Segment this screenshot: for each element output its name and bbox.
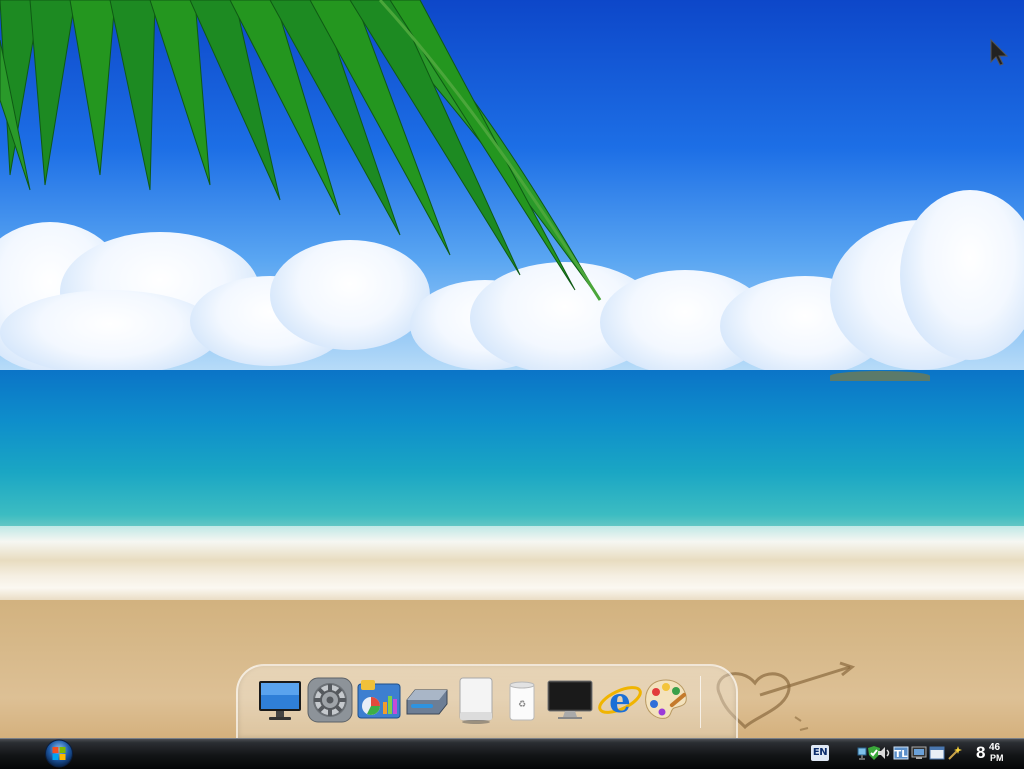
system-preferences-icon[interactable] [306, 676, 354, 724]
control-panel-icon[interactable] [355, 676, 403, 724]
clock-hour[interactable]: 8 [976, 743, 985, 763]
sea [0, 370, 1024, 540]
language-indicator[interactable]: EN [811, 745, 829, 761]
clock-period[interactable]: PM [990, 753, 1004, 763]
svg-text:e: e [609, 681, 631, 721]
external-drive-icon[interactable] [452, 676, 500, 724]
mouse-cursor-icon [990, 38, 1009, 66]
display-icon[interactable] [546, 676, 594, 724]
internet-explorer-icon[interactable]: e [596, 676, 644, 724]
monitor-tray-icon[interactable] [911, 745, 927, 761]
hard-drive-icon[interactable] [403, 676, 451, 724]
wand-icon[interactable] [946, 745, 962, 761]
network-sharing-icon[interactable]: TL [893, 745, 909, 761]
recycle-bin-icon[interactable]: ♻ [498, 676, 546, 724]
speaker-icon[interactable] [876, 745, 892, 761]
svg-text:TL: TL [894, 749, 908, 760]
monitor-icon[interactable] [256, 676, 304, 724]
window-tray-icon[interactable] [929, 745, 945, 761]
island [830, 371, 930, 381]
desktop-wallpaper [0, 0, 1024, 768]
palm-leaf [0, 0, 602, 301]
paint-palette-icon[interactable] [642, 676, 690, 724]
clock-minutes[interactable]: 46 [989, 742, 1000, 753]
start-orb-icon[interactable] [44, 739, 74, 768]
dock-separator [700, 676, 701, 728]
svg-text:♻: ♻ [518, 700, 526, 710]
